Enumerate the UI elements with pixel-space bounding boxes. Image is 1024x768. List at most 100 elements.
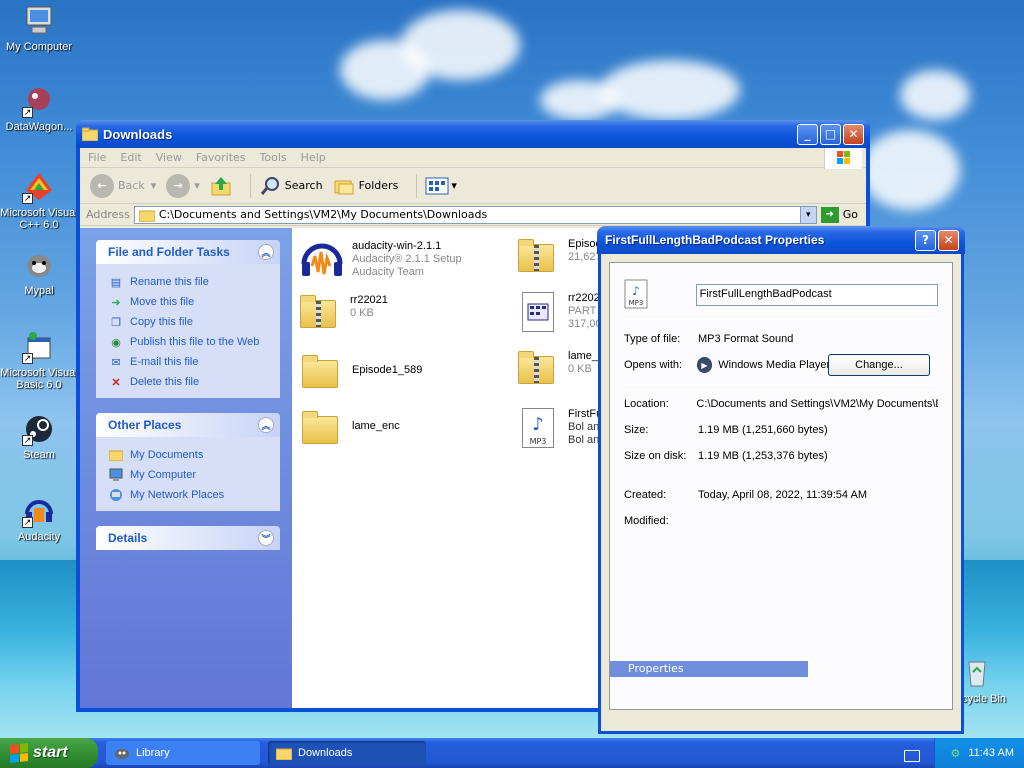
expand-icon[interactable]: ︾ [258, 530, 274, 546]
task-label: Copy this file [130, 316, 193, 328]
audacity-icon [298, 236, 346, 284]
menu-bar: File Edit View Favorites Tools Help [80, 148, 866, 169]
type-label: Type of file: [624, 333, 681, 345]
place-my-computer[interactable]: My Computer [108, 465, 280, 485]
back-arrow-icon: ← [90, 173, 114, 198]
explorer-titlebar[interactable]: Downloads _ □ ✕ [76, 120, 870, 148]
task-publish[interactable]: ◉ Publish this file to the Web [108, 332, 280, 352]
folder-item[interactable]: lame_enc [298, 406, 518, 454]
file-name: audacity-win-2.1.1 [352, 240, 442, 252]
dialog-close-button[interactable]: ✕ [938, 229, 959, 251]
desktop-icon-mypal[interactable]: Mypal [0, 248, 78, 297]
desktop-icon-datawagon[interactable]: ↗ DataWagon... [0, 84, 78, 133]
task-label: Library [136, 747, 170, 759]
taskbar-item-downloads[interactable]: Downloads [268, 741, 426, 765]
taskbar-item-library[interactable]: Library [106, 741, 260, 765]
library-icon [115, 749, 129, 759]
network-icon [108, 487, 124, 503]
task-label: Delete this file [130, 376, 200, 388]
desktop-icon-audacity[interactable]: ↗ Audacity [0, 494, 78, 543]
desktop-icon-my-computer[interactable]: My Computer [0, 4, 78, 53]
desktop-icon-visual-cpp[interactable]: ↗ Microsoft Visual C++ 6.0 [0, 170, 78, 231]
opens-with-value: Windows Media Player [718, 359, 828, 371]
maximize-button[interactable]: □ [820, 123, 841, 145]
chevron-down-icon: ▾ [150, 179, 157, 192]
chevron-down-icon: ▾ [451, 179, 457, 192]
filename-input[interactable]: FirstFullLengthBadPodcast [695, 284, 938, 306]
toolbar: ← Back ▾ → ▾ Search Folders ▾ [80, 168, 866, 204]
desktop-icon-visual-basic[interactable]: ↗ Microsoft Visual Basic 6.0 [0, 330, 78, 391]
change-button[interactable]: Change... [827, 354, 930, 376]
panel-header[interactable]: Other Places ︽ [96, 413, 280, 437]
go-button[interactable]: ➜ Go [820, 206, 858, 223]
help-button[interactable]: ? [915, 229, 936, 251]
opens-with-label: Opens with: [624, 359, 683, 371]
menu-edit[interactable]: Edit [120, 151, 141, 164]
close-button[interactable]: ✕ [843, 123, 864, 145]
forward-button[interactable]: → ▾ [166, 173, 200, 198]
chevron-down-icon[interactable]: ▾ [799, 206, 816, 223]
properties-tab-strip[interactable]: Properties [610, 661, 808, 677]
file-desc: Audacity® 2.1.1 Setup [352, 253, 462, 265]
media-player-icon: ▶ [696, 357, 713, 373]
views-button[interactable]: ▾ [425, 176, 457, 196]
svg-text:♪: ♪ [532, 414, 544, 435]
place-my-documents[interactable]: My Documents [108, 445, 280, 465]
panel-title: Details [108, 531, 148, 545]
location-value: C:\Documents and Settings\VM2\My Documen… [696, 398, 938, 410]
created-label: Created: [624, 489, 667, 501]
search-button[interactable]: Search [259, 175, 323, 197]
dialog-titlebar[interactable]: FirstFullLengthBadPodcast Properties ? ✕ [597, 226, 965, 254]
back-label: Back [118, 179, 145, 192]
menu-tools[interactable]: Tools [260, 151, 287, 164]
zip-folder-icon [514, 234, 562, 282]
type-value: MP3 Format Sound [698, 333, 794, 345]
task-email[interactable]: ✉ E-mail this file [108, 352, 280, 372]
recycle-bin-icon [960, 656, 994, 690]
task-label: Publish this file to the Web [130, 336, 260, 348]
panel-header[interactable]: Details ︾ [96, 526, 280, 550]
task-copy[interactable]: ❐ Copy this file [108, 312, 280, 332]
file-item[interactable]: rr22021 0 KB [296, 290, 516, 338]
dialog-title: FirstFullLengthBadPodcast Properties [605, 233, 825, 247]
folders-button[interactable]: Folders [333, 175, 398, 197]
size-on-disk-label: Size on disk: [624, 450, 687, 462]
task-delete[interactable]: ✕ Delete this file [108, 372, 280, 392]
delete-icon: ✕ [111, 376, 121, 389]
windows-flag-icon [10, 743, 28, 763]
network-tray-icon[interactable]: ⚙ [950, 747, 960, 760]
task-label: E-mail this file [130, 356, 199, 368]
menu-favorites[interactable]: Favorites [196, 151, 246, 164]
move-icon: ➜ [111, 296, 121, 309]
menu-view[interactable]: View [156, 151, 182, 164]
start-label: start [33, 744, 68, 761]
computer-icon [22, 4, 56, 38]
back-button[interactable]: ← Back ▾ [90, 173, 157, 198]
created-value: Today, April 08, 2022, 11:39:54 AM [698, 489, 867, 501]
folder-icon [82, 127, 98, 141]
keyboard-icon[interactable] [904, 750, 920, 762]
clock[interactable]: 11:43 AM [968, 747, 1014, 759]
minimize-button[interactable]: _ [797, 123, 818, 145]
search-icon [260, 176, 279, 195]
folder-item[interactable]: Episode1_589 [298, 350, 518, 398]
menu-help[interactable]: Help [301, 151, 326, 164]
task-pane: File and Folder Tasks ︽ ▤ Rename this fil… [80, 228, 292, 708]
up-button[interactable] [210, 175, 232, 197]
collapse-icon[interactable]: ︽ [258, 244, 274, 260]
rename-icon: ▤ [110, 276, 122, 289]
file-size: 0 KB [350, 307, 374, 319]
place-network[interactable]: My Network Places [108, 485, 280, 505]
task-rename[interactable]: ▤ Rename this file [108, 272, 280, 292]
panel-header[interactable]: File and Folder Tasks ︽ [96, 240, 280, 264]
datawagon-icon: ↗ [22, 84, 56, 118]
start-button[interactable]: start [0, 738, 98, 768]
menu-file[interactable]: File [88, 151, 106, 164]
file-item[interactable]: audacity-win-2.1.1 Audacity® 2.1.1 Setup… [298, 236, 518, 284]
folder-icon [298, 350, 346, 398]
desktop-icon-steam[interactable]: ↗ Steam [0, 412, 78, 461]
general-tab-sheet: ♪ MP3 FirstFullLengthBadPodcast Type of f… [609, 262, 953, 710]
collapse-icon[interactable]: ︽ [258, 417, 274, 433]
address-input[interactable]: C:\Documents and Settings\VM2\My Documen… [133, 205, 817, 224]
task-move[interactable]: ➜ Move this file [108, 292, 280, 312]
